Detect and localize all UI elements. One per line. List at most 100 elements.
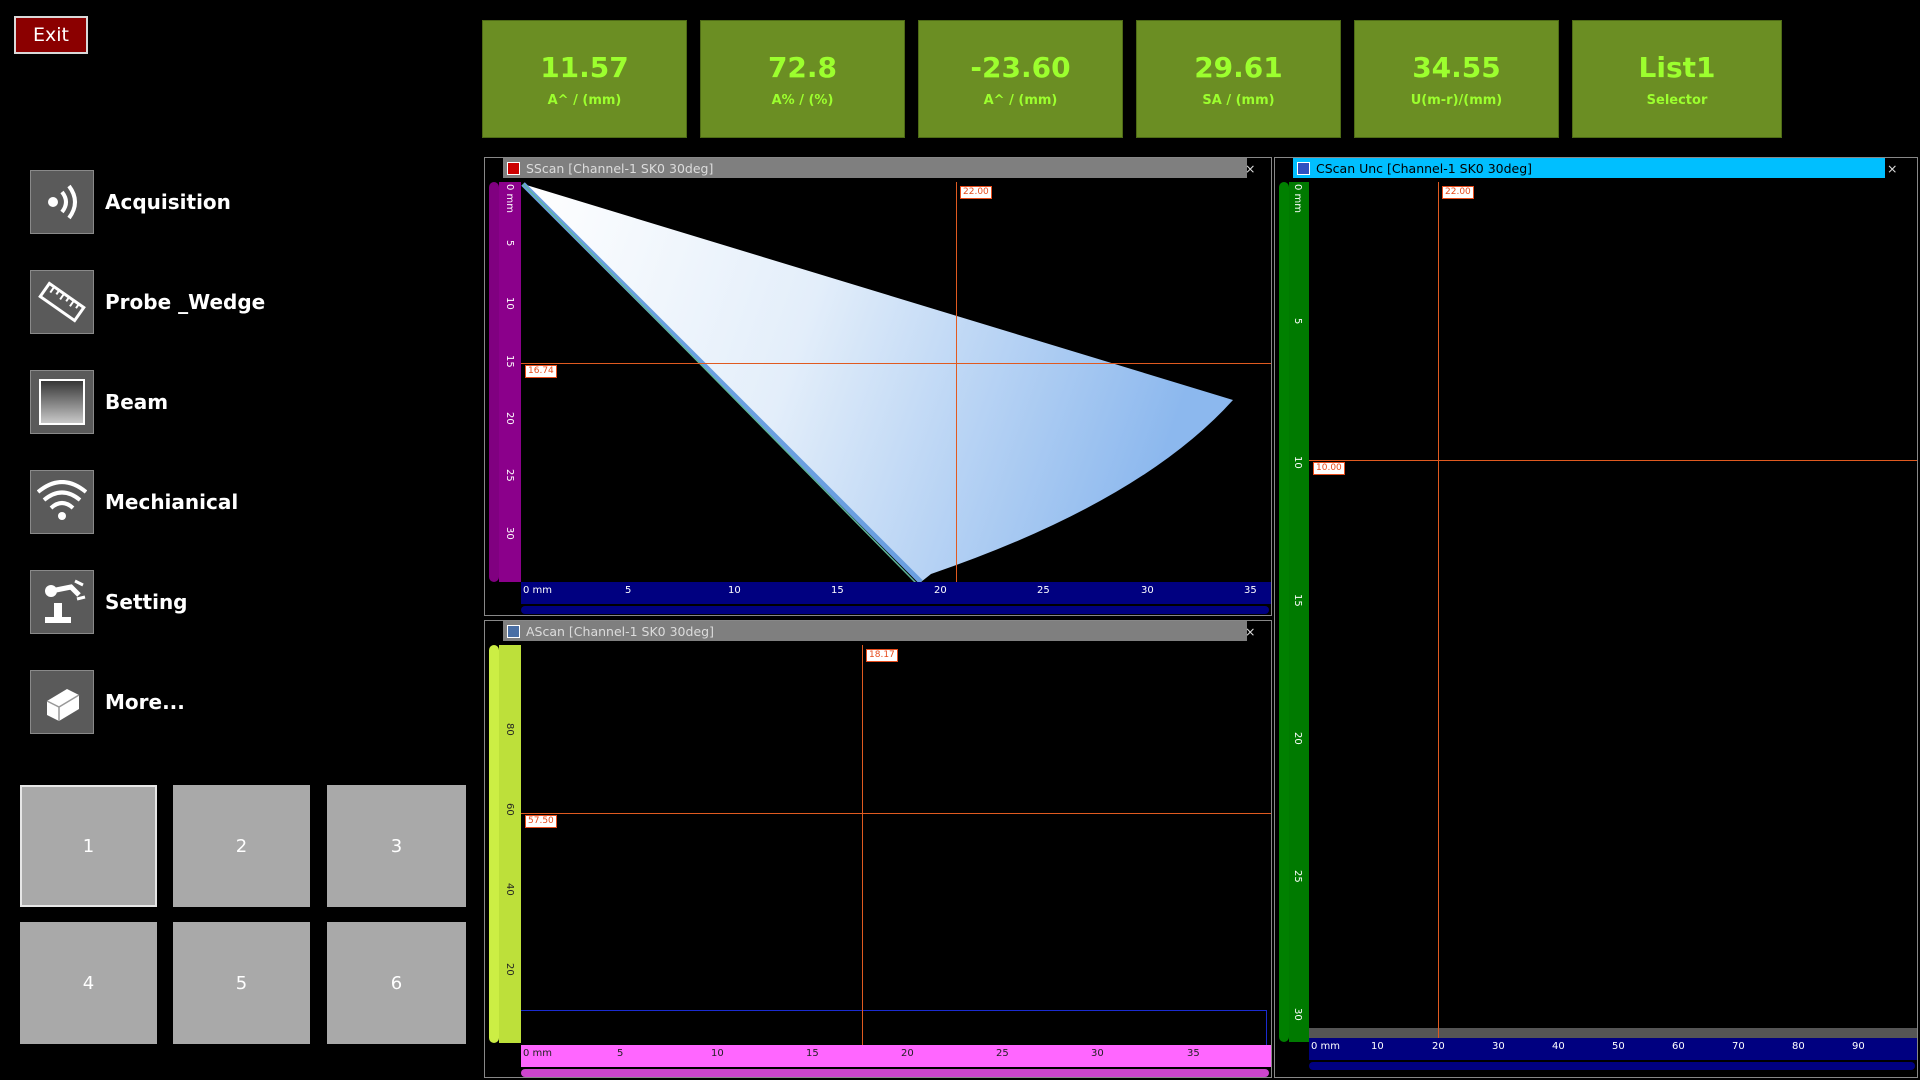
cscan-x-tick: 90: [1852, 1041, 1865, 1052]
cscan-x-tick: 50: [1612, 1041, 1625, 1052]
menu-label: Acquisition: [105, 190, 231, 214]
readout-value: -23.60: [970, 50, 1071, 84]
sscan-title: SScan [Channel-1 SK0 30deg]: [526, 160, 714, 176]
cscan-cursor-horizontal[interactable]: [1309, 460, 1917, 461]
readout-4: 29.61 SA / (mm): [1136, 20, 1341, 138]
cscan-y-tick: 20: [1292, 732, 1303, 745]
sscan-x-tick: 30: [1141, 585, 1154, 596]
sound-wave-icon: [30, 170, 94, 234]
ascan-cursor-y-label: 57.50: [525, 815, 557, 828]
cscan-cursor-y-label: 10.00: [1313, 462, 1345, 475]
readout-2: 72.8 A% / (%): [700, 20, 905, 138]
ascan-cursor-vertical[interactable]: [862, 645, 863, 1045]
ascan-y-ruler: [499, 645, 521, 1043]
sscan-x-tick: 10: [728, 585, 741, 596]
ascan-close-icon[interactable]: ×: [1245, 621, 1265, 641]
cscan-y-tick: 30: [1292, 1008, 1303, 1021]
cscan-left-bar[interactable]: [1279, 182, 1289, 1042]
sscan-plot[interactable]: 22.00 16.74: [521, 182, 1271, 584]
sscan-y-tick: 10: [504, 297, 515, 310]
ascan-y-tick: 60: [504, 803, 515, 816]
menu-mechanical[interactable]: Mechianical: [30, 469, 450, 535]
ascan-left-bar[interactable]: [489, 645, 499, 1043]
ascan-y-tick: 20: [504, 963, 515, 976]
cscan-y-tick: 0 mm: [1292, 184, 1303, 214]
ascan-cursor-horizontal[interactable]: [521, 813, 1271, 814]
cscan-x-tick: 10: [1371, 1041, 1384, 1052]
ascan-cursor-x-label: 18.17: [866, 649, 898, 662]
readout-selector[interactable]: List1 Selector: [1572, 20, 1782, 138]
cscan-h-scrollbar[interactable]: [1309, 1062, 1915, 1070]
ascan-view-icon: [507, 624, 520, 638]
ascan-signal-edge: [1266, 1010, 1267, 1045]
wifi-arcs-icon: [30, 470, 94, 534]
sscan-x-tick: 15: [831, 585, 844, 596]
cscan-y-tick: 5: [1292, 318, 1303, 325]
menu-label: More...: [105, 690, 185, 714]
sscan-x-tick: 0 mm: [523, 585, 553, 596]
readout-label: Selector: [1646, 92, 1708, 108]
ascan-x-tick: 20: [901, 1048, 914, 1059]
menu-acquisition[interactable]: Acquisition: [30, 169, 450, 235]
beam-square-icon: [30, 370, 94, 434]
layout-button-4[interactable]: 4: [20, 922, 157, 1044]
cscan-x-tick: 40: [1552, 1041, 1565, 1052]
menu-more[interactable]: More...: [30, 669, 450, 735]
layout-button-2[interactable]: 2: [173, 785, 310, 907]
sscan-y-tick: 0 mm: [504, 184, 515, 214]
cscan-titlebar[interactable]: CScan Unc [Channel-1 SK0 30deg]: [1293, 158, 1885, 178]
cscan-plot[interactable]: 22.00 10.00: [1309, 182, 1917, 1038]
ascan-x-tick: 35: [1187, 1048, 1200, 1059]
exit-button[interactable]: Exit: [14, 16, 88, 54]
sscan-y-tick: 30: [504, 527, 515, 540]
cscan-title: CScan Unc [Channel-1 SK0 30deg]: [1316, 160, 1533, 176]
cube-icon: [30, 670, 94, 734]
readout-label: A^ / (mm): [547, 92, 622, 108]
cscan-x-tick: 30: [1492, 1041, 1505, 1052]
readout-value: 34.55: [1412, 50, 1501, 84]
layout-button-5[interactable]: 5: [173, 922, 310, 1044]
sscan-x-tick: 25: [1037, 585, 1050, 596]
sscan-x-tick: 35: [1244, 585, 1257, 596]
readout-label: U(m-r)/(mm): [1410, 92, 1503, 108]
cscan-close-icon[interactable]: ×: [1887, 158, 1907, 178]
robot-arm-icon: [30, 570, 94, 634]
menu-beam[interactable]: Beam: [30, 369, 450, 435]
ascan-plot[interactable]: 18.17 57.50: [521, 645, 1271, 1045]
cscan-cursor-vertical[interactable]: [1438, 182, 1439, 1038]
ascan-x-tick: 10: [711, 1048, 724, 1059]
sscan-titlebar[interactable]: SScan [Channel-1 SK0 30deg]: [503, 158, 1247, 178]
sscan-cursor-horizontal[interactable]: [521, 363, 1271, 364]
layout-button-1[interactable]: 1: [20, 785, 157, 907]
sscan-h-scrollbar[interactable]: [521, 606, 1269, 614]
menu-probe-wedge[interactable]: Probe _Wedge: [30, 269, 450, 335]
sscan-y-tick: 25: [504, 469, 515, 482]
sscan-left-bar[interactable]: [489, 182, 499, 582]
readout-value: List1: [1638, 50, 1716, 84]
sscan-view-icon: [507, 161, 520, 175]
menu-label: Setting: [105, 590, 188, 614]
sscan-close-icon[interactable]: ×: [1245, 158, 1265, 178]
cscan-y-tick: 10: [1292, 456, 1303, 469]
sscan-fan-image: [521, 182, 1233, 584]
layout-button-6[interactable]: 6: [327, 922, 466, 1044]
sscan-y-tick: 5: [504, 240, 515, 247]
cscan-strip: [1309, 1028, 1917, 1038]
probe-ruler-icon: [30, 270, 94, 334]
ascan-panel: AScan [Channel-1 SK0 30deg] × 80 60 40 2…: [484, 620, 1272, 1078]
sscan-x-tick: 5: [625, 585, 632, 596]
ascan-titlebar[interactable]: AScan [Channel-1 SK0 30deg]: [503, 621, 1247, 641]
cscan-x-ruler: 0 mm 10 20 30 40 50 60 70 80 90: [1309, 1038, 1917, 1060]
ascan-x-tick: 5: [617, 1048, 624, 1059]
ascan-h-scrollbar[interactable]: [521, 1069, 1269, 1077]
sscan-cursor-vertical[interactable]: [956, 182, 957, 584]
cscan-view-icon: [1297, 161, 1310, 175]
ascan-signal-line: [521, 1010, 1267, 1011]
readout-value: 11.57: [540, 50, 629, 84]
sscan-panel: SScan [Channel-1 SK0 30deg] × 0 mm 5 10 …: [484, 157, 1272, 616]
sscan-x-tick: 20: [934, 585, 947, 596]
ascan-y-tick: 40: [504, 883, 515, 896]
sscan-y-tick: 15: [504, 355, 515, 368]
menu-setting[interactable]: Setting: [30, 569, 450, 635]
layout-button-3[interactable]: 3: [327, 785, 466, 907]
